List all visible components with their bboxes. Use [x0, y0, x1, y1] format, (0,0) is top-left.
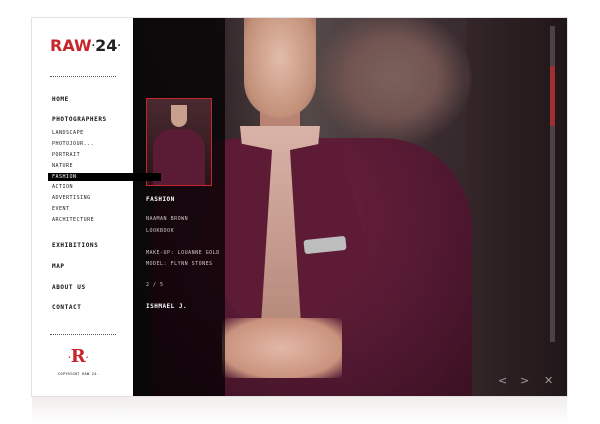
nav-about[interactable]: ABOUT US	[52, 284, 86, 291]
logo-dot-end: ·	[117, 41, 121, 52]
nav-category-action[interactable]: ACTION	[52, 184, 73, 190]
mark-dot-right: ·	[85, 352, 89, 362]
info-counter: 2 / 5	[146, 282, 164, 288]
mark-letter: R	[70, 346, 86, 367]
nav-category-architecture[interactable]: ARCHITECTURE	[52, 217, 94, 223]
nav-category-event[interactable]: EVENT	[52, 206, 70, 212]
nav-category-photojournalism[interactable]: PHOTOJOUR...	[52, 141, 94, 147]
info-model: MODEL: FLYNN STONES	[146, 261, 213, 267]
nav-exhibitions[interactable]: EXHIBITIONS	[52, 242, 98, 249]
sidebar: RAW·24· HOME PHOTOGRAPHERS LANDSCAPE PHO…	[32, 18, 133, 396]
nav-home[interactable]: HOME	[52, 96, 69, 103]
divider-bottom	[50, 334, 116, 335]
scrollbar-thumb[interactable]	[550, 66, 555, 126]
info-makeup: MAKE-UP: LOUANNE GOLD	[146, 250, 220, 256]
site-logo[interactable]: RAW·24·	[50, 36, 121, 55]
next-arrow-icon[interactable]: >	[520, 374, 529, 387]
nav-category-fashion[interactable]: FASHION	[48, 173, 161, 181]
divider-top	[50, 76, 116, 77]
logo-number: 24	[95, 36, 118, 55]
nav-category-landscape[interactable]: LANDSCAPE	[52, 130, 84, 136]
nav-category-advertising[interactable]: ADVERTISING	[52, 195, 91, 201]
nav-category-portrait[interactable]: PORTRAIT	[52, 152, 80, 158]
nav-contact[interactable]: CONTACT	[52, 304, 82, 311]
thumbnail-head	[171, 105, 187, 127]
logo-brand: RAW	[50, 36, 92, 55]
browser-frame: FASHION NAAMAN BROWN LOOKBOOK MAKE-UP: L…	[32, 18, 567, 396]
close-icon[interactable]: ✕	[544, 374, 553, 387]
info-photographer[interactable]: ISHMAEL J.	[146, 303, 187, 310]
info-credit-1: NAAMAN BROWN	[146, 216, 189, 222]
nav-photographers[interactable]: PHOTOGRAPHERS	[52, 116, 107, 123]
info-credit-2: LOOKBOOK	[146, 228, 175, 234]
copyright-text: COPYRIGHT RAW 24.	[58, 372, 99, 376]
prev-arrow-icon[interactable]: <	[498, 374, 507, 387]
nav-category-nature[interactable]: NATURE	[52, 163, 73, 169]
info-category: FASHION	[146, 196, 175, 203]
info-panel	[133, 18, 225, 396]
footer-logo-mark: ·R·	[68, 346, 89, 367]
page-reflection	[32, 396, 567, 424]
nav-map[interactable]: MAP	[52, 263, 65, 270]
scrollbar[interactable]	[550, 26, 555, 342]
photo-head	[244, 18, 316, 118]
photo-hands	[222, 318, 342, 378]
